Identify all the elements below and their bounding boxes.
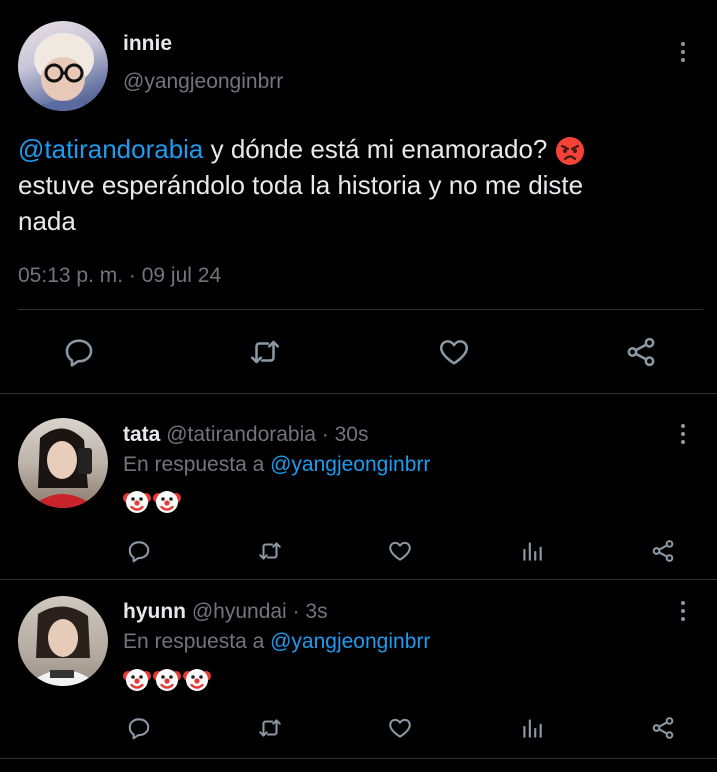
reply-display-name[interactable]: hyunn xyxy=(123,600,186,623)
reply-prefix: En respuesta a xyxy=(123,630,265,653)
reply-button[interactable] xyxy=(60,333,98,371)
clown-face-emoji xyxy=(153,491,181,513)
divider xyxy=(0,579,717,580)
share-button[interactable] xyxy=(648,713,678,743)
clown-face-emoji xyxy=(123,669,151,691)
analytics-icon xyxy=(523,719,542,738)
avatar-innie[interactable] xyxy=(18,21,108,111)
share-button[interactable] xyxy=(622,333,660,371)
avatar-hyunn[interactable] xyxy=(18,596,108,686)
retweet-button[interactable] xyxy=(245,333,285,371)
analytics-button[interactable] xyxy=(517,713,547,743)
share-icon xyxy=(652,717,674,739)
like-icon xyxy=(389,718,411,738)
reply-emojis xyxy=(123,487,181,515)
reply-button[interactable] xyxy=(124,713,154,743)
mention-link[interactable]: @tatirandorabia xyxy=(18,134,203,164)
reply-time[interactable]: · 3s xyxy=(293,600,328,623)
retweet-button[interactable] xyxy=(254,713,286,743)
reply-display-name[interactable]: tata xyxy=(123,423,160,446)
divider xyxy=(0,758,717,759)
retweet-icon xyxy=(259,719,281,737)
more-vertical-icon[interactable] xyxy=(671,422,695,446)
reply-to-link[interactable]: @yangjeonginbrr xyxy=(270,630,430,653)
share-button[interactable] xyxy=(648,536,678,566)
reply-header: tata @tatirandorabia · 30s xyxy=(123,423,368,447)
like-button[interactable] xyxy=(385,536,415,566)
reply-icon xyxy=(65,339,93,367)
more-vertical-icon[interactable] xyxy=(671,599,695,623)
like-icon xyxy=(439,340,469,365)
tweet-text-line3: nada xyxy=(18,206,76,236)
clown-face-emoji xyxy=(123,491,151,513)
analytics-button[interactable] xyxy=(517,536,547,566)
like-icon xyxy=(389,541,411,561)
share-icon xyxy=(627,337,655,367)
avatar-tata[interactable] xyxy=(18,418,108,508)
reply-to-link[interactable]: @yangjeonginbrr xyxy=(270,453,430,476)
reply-icon xyxy=(128,541,150,563)
divider xyxy=(18,309,703,310)
clown-face-emoji xyxy=(153,669,181,691)
like-button[interactable] xyxy=(435,333,473,371)
retweet-icon xyxy=(259,542,281,560)
reply-button[interactable] xyxy=(124,536,154,566)
reply-header: hyunn @hyundai · 3s xyxy=(123,600,328,624)
clown-face-emoji xyxy=(183,669,211,691)
share-icon xyxy=(652,540,674,562)
like-button[interactable] xyxy=(385,713,415,743)
reply-icon xyxy=(128,718,150,740)
reply-time[interactable]: · 30s xyxy=(322,423,369,446)
retweet-button[interactable] xyxy=(254,536,286,566)
divider xyxy=(0,393,717,394)
tweet-text-line2: estuve esperándolo toda la historia y no… xyxy=(18,170,584,200)
tweet-text-line1: y dónde está mi enamorado? xyxy=(203,134,548,164)
reply-handle[interactable]: @hyundai xyxy=(192,600,287,623)
tweet-timestamp[interactable]: 05:13 p. m. · 09 jul 24 xyxy=(18,264,221,288)
reply-context: En respuesta a @yangjeonginbrr xyxy=(123,453,430,477)
author-display-name[interactable]: innie xyxy=(123,32,172,56)
retweet-icon xyxy=(250,340,280,364)
tweet-text: @tatirandorabia y dónde está mi enamorad… xyxy=(18,131,708,239)
more-vertical-icon[interactable] xyxy=(671,40,695,64)
reply-handle[interactable]: @tatirandorabia xyxy=(166,423,316,446)
reply-prefix: En respuesta a xyxy=(123,453,265,476)
author-handle[interactable]: @yangjeonginbrr xyxy=(123,70,283,94)
angry-face-emoji xyxy=(555,136,585,166)
reply-emojis xyxy=(123,665,211,693)
reply-context: En respuesta a @yangjeonginbrr xyxy=(123,630,430,654)
analytics-icon xyxy=(523,542,542,561)
